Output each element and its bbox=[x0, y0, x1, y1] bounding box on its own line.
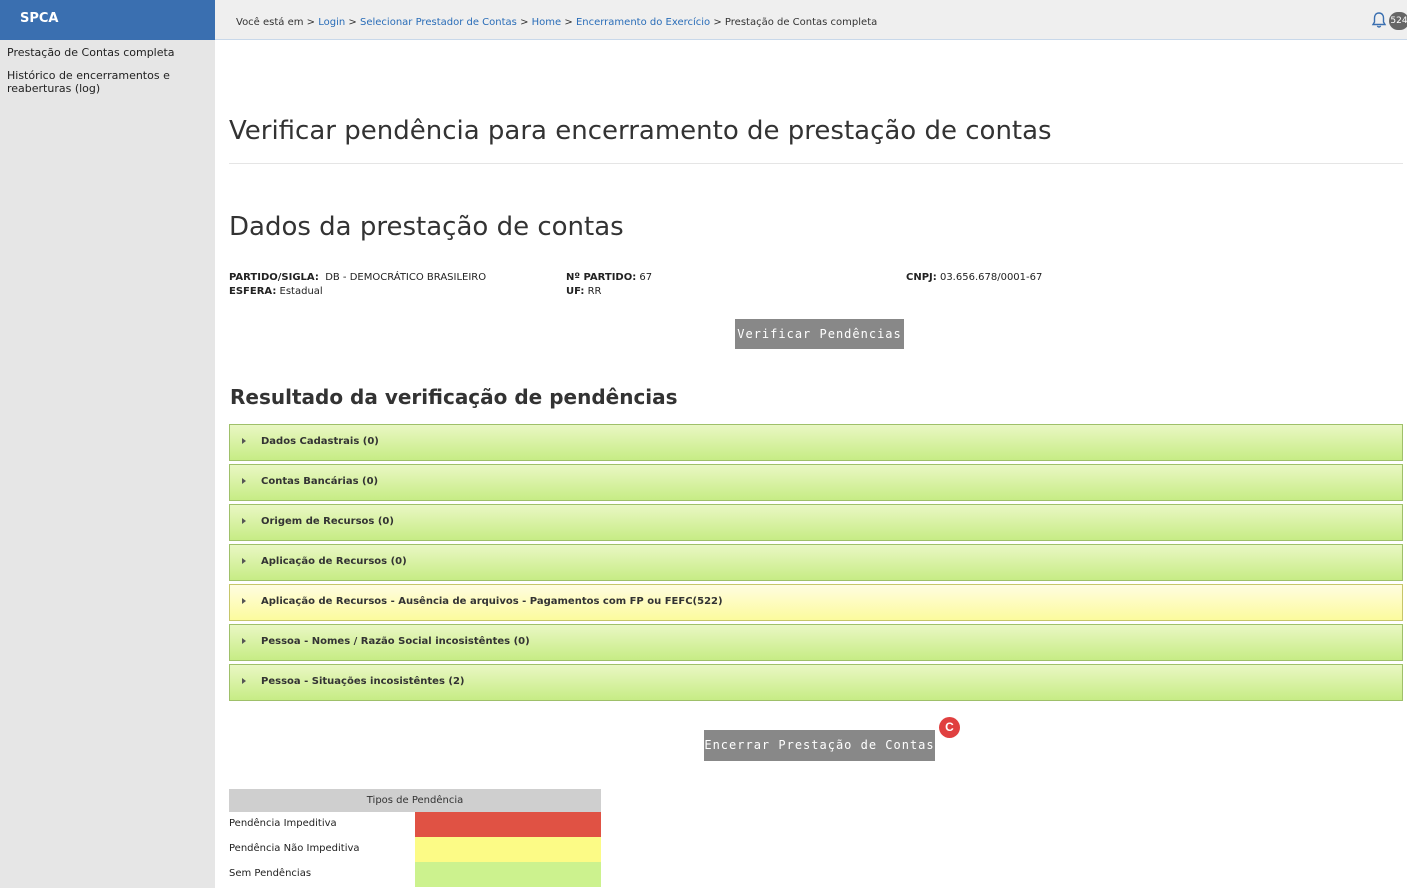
triangle-right-icon bbox=[242, 678, 246, 684]
accordion-item-pessoa-situacoes[interactable]: Pessoa - Situações incosistêntes (2) bbox=[229, 664, 1403, 701]
cnpj-value: 03.656.678/0001-67 bbox=[939, 272, 1043, 283]
accordion-item-pessoa-nomes[interactable]: Pessoa - Nomes / Razão Social incosistên… bbox=[229, 624, 1403, 661]
c-badge-icon: C bbox=[939, 717, 960, 738]
page-title: Verificar pendência para encerramento de… bbox=[229, 116, 1052, 146]
app-brand[interactable]: SPCA bbox=[0, 0, 215, 40]
sidebar-item-prestacao-completa[interactable]: Prestação de Contas completa bbox=[0, 40, 215, 59]
legend-row: Pendência Não Impeditiva bbox=[229, 837, 601, 862]
partido-label: PARTIDO/SIGLA: bbox=[229, 272, 319, 283]
top-bar: Você está em > Login > Selecionar Presta… bbox=[215, 0, 1407, 40]
uf-value: RR bbox=[587, 286, 602, 297]
legend-label: Pendência Não Impeditiva bbox=[229, 843, 360, 854]
triangle-right-icon bbox=[242, 598, 246, 604]
info-column-cnpj: CNPJ: 03.656.678/0001-67 bbox=[906, 271, 1042, 285]
legend-table: Tipos de Pendência Pendência Impeditiva … bbox=[229, 789, 601, 887]
legend-title: Tipos de Pendência bbox=[229, 789, 601, 812]
triangle-right-icon bbox=[242, 558, 246, 564]
info-column-partido: PARTIDO/SIGLA: DB - DEMOCRÁTICO BRASILEI… bbox=[229, 271, 486, 299]
esfera-value: Estadual bbox=[279, 286, 323, 297]
breadcrumb-prefix: Você está em > bbox=[236, 17, 316, 28]
accordion-item-dados-cadastrais[interactable]: Dados Cadastrais (0) bbox=[229, 424, 1403, 461]
breadcrumb-link-selecionar-prestador[interactable]: Selecionar Prestador de Contas bbox=[360, 17, 517, 28]
accordion-item-label: Dados Cadastrais (0) bbox=[261, 436, 379, 447]
info-column-numero: Nº PARTIDO: 67 UF: RR bbox=[566, 271, 652, 299]
legend-row: Sem Pendências bbox=[229, 862, 601, 887]
triangle-right-icon bbox=[242, 478, 246, 484]
breadcrumb-link-login[interactable]: Login bbox=[318, 17, 345, 28]
breadcrumb-current: Prestação de Contas completa bbox=[724, 17, 878, 28]
accordion-item-aplicacao-recursos[interactable]: Aplicação de Recursos (0) bbox=[229, 544, 1403, 581]
numero-partido-label: Nº PARTIDO: bbox=[566, 272, 637, 283]
partido-value: DB - DEMOCRÁTICO BRASILEIRO bbox=[325, 272, 487, 283]
legend-swatch-green bbox=[415, 862, 601, 887]
breadcrumb-separator: > bbox=[564, 17, 573, 28]
accordion-item-label: Aplicação de Recursos (0) bbox=[261, 556, 407, 567]
breadcrumb-link-encerramento[interactable]: Encerramento do Exercício bbox=[576, 17, 710, 28]
triangle-right-icon bbox=[242, 438, 246, 444]
breadcrumb-separator: > bbox=[713, 17, 722, 28]
triangle-right-icon bbox=[242, 638, 246, 644]
accordion-item-label: Pessoa - Nomes / Razão Social incosistên… bbox=[261, 636, 530, 647]
accordion-item-label: Contas Bancárias (0) bbox=[261, 476, 379, 487]
result-title: Resultado da verificação de pendências bbox=[230, 385, 678, 409]
section-title: Dados da prestação de contas bbox=[229, 212, 624, 242]
sidebar-item-historico-log[interactable]: Histórico de encerramentos e reaberturas… bbox=[0, 59, 190, 95]
triangle-right-icon bbox=[242, 518, 246, 524]
accordion-item-origem-recursos[interactable]: Origem de Recursos (0) bbox=[229, 504, 1403, 541]
pendencias-accordion: Dados Cadastrais (0) Contas Bancárias (0… bbox=[229, 424, 1403, 704]
accordion-item-ausencia-arquivos[interactable]: Aplicação de Recursos - Ausência de arqu… bbox=[229, 584, 1403, 621]
uf-label: UF: bbox=[566, 286, 585, 297]
encerrar-prestacao-button[interactable]: Encerrar Prestação de Contas bbox=[704, 730, 935, 761]
accordion-item-label: Origem de Recursos (0) bbox=[261, 516, 394, 527]
esfera-label: ESFERA: bbox=[229, 286, 277, 297]
legend-row: Pendência Impeditiva bbox=[229, 812, 601, 837]
notification-count-badge[interactable]: 524 bbox=[1389, 12, 1407, 30]
title-divider bbox=[229, 163, 1403, 164]
legend-swatch-yellow bbox=[415, 837, 601, 862]
breadcrumb: Você está em > Login > Selecionar Presta… bbox=[236, 17, 877, 28]
legend-label: Pendência Impeditiva bbox=[229, 818, 337, 829]
sidebar: Prestação de Contas completa Histórico d… bbox=[0, 40, 215, 888]
accordion-item-label: Aplicação de Recursos - Ausência de arqu… bbox=[261, 596, 723, 607]
accordion-item-contas-bancarias[interactable]: Contas Bancárias (0) bbox=[229, 464, 1403, 501]
legend-swatch-red bbox=[415, 812, 601, 837]
legend-label: Sem Pendências bbox=[229, 868, 312, 879]
breadcrumb-separator: > bbox=[348, 17, 357, 28]
verify-pendencias-button[interactable]: Verificar Pendências bbox=[735, 319, 904, 349]
numero-partido-value: 67 bbox=[639, 272, 653, 283]
cnpj-label: CNPJ: bbox=[906, 272, 937, 283]
breadcrumb-separator: > bbox=[520, 17, 529, 28]
breadcrumb-link-home[interactable]: Home bbox=[532, 17, 562, 28]
bell-icon[interactable] bbox=[1370, 11, 1388, 29]
accordion-item-label: Pessoa - Situações incosistêntes (2) bbox=[261, 676, 465, 687]
